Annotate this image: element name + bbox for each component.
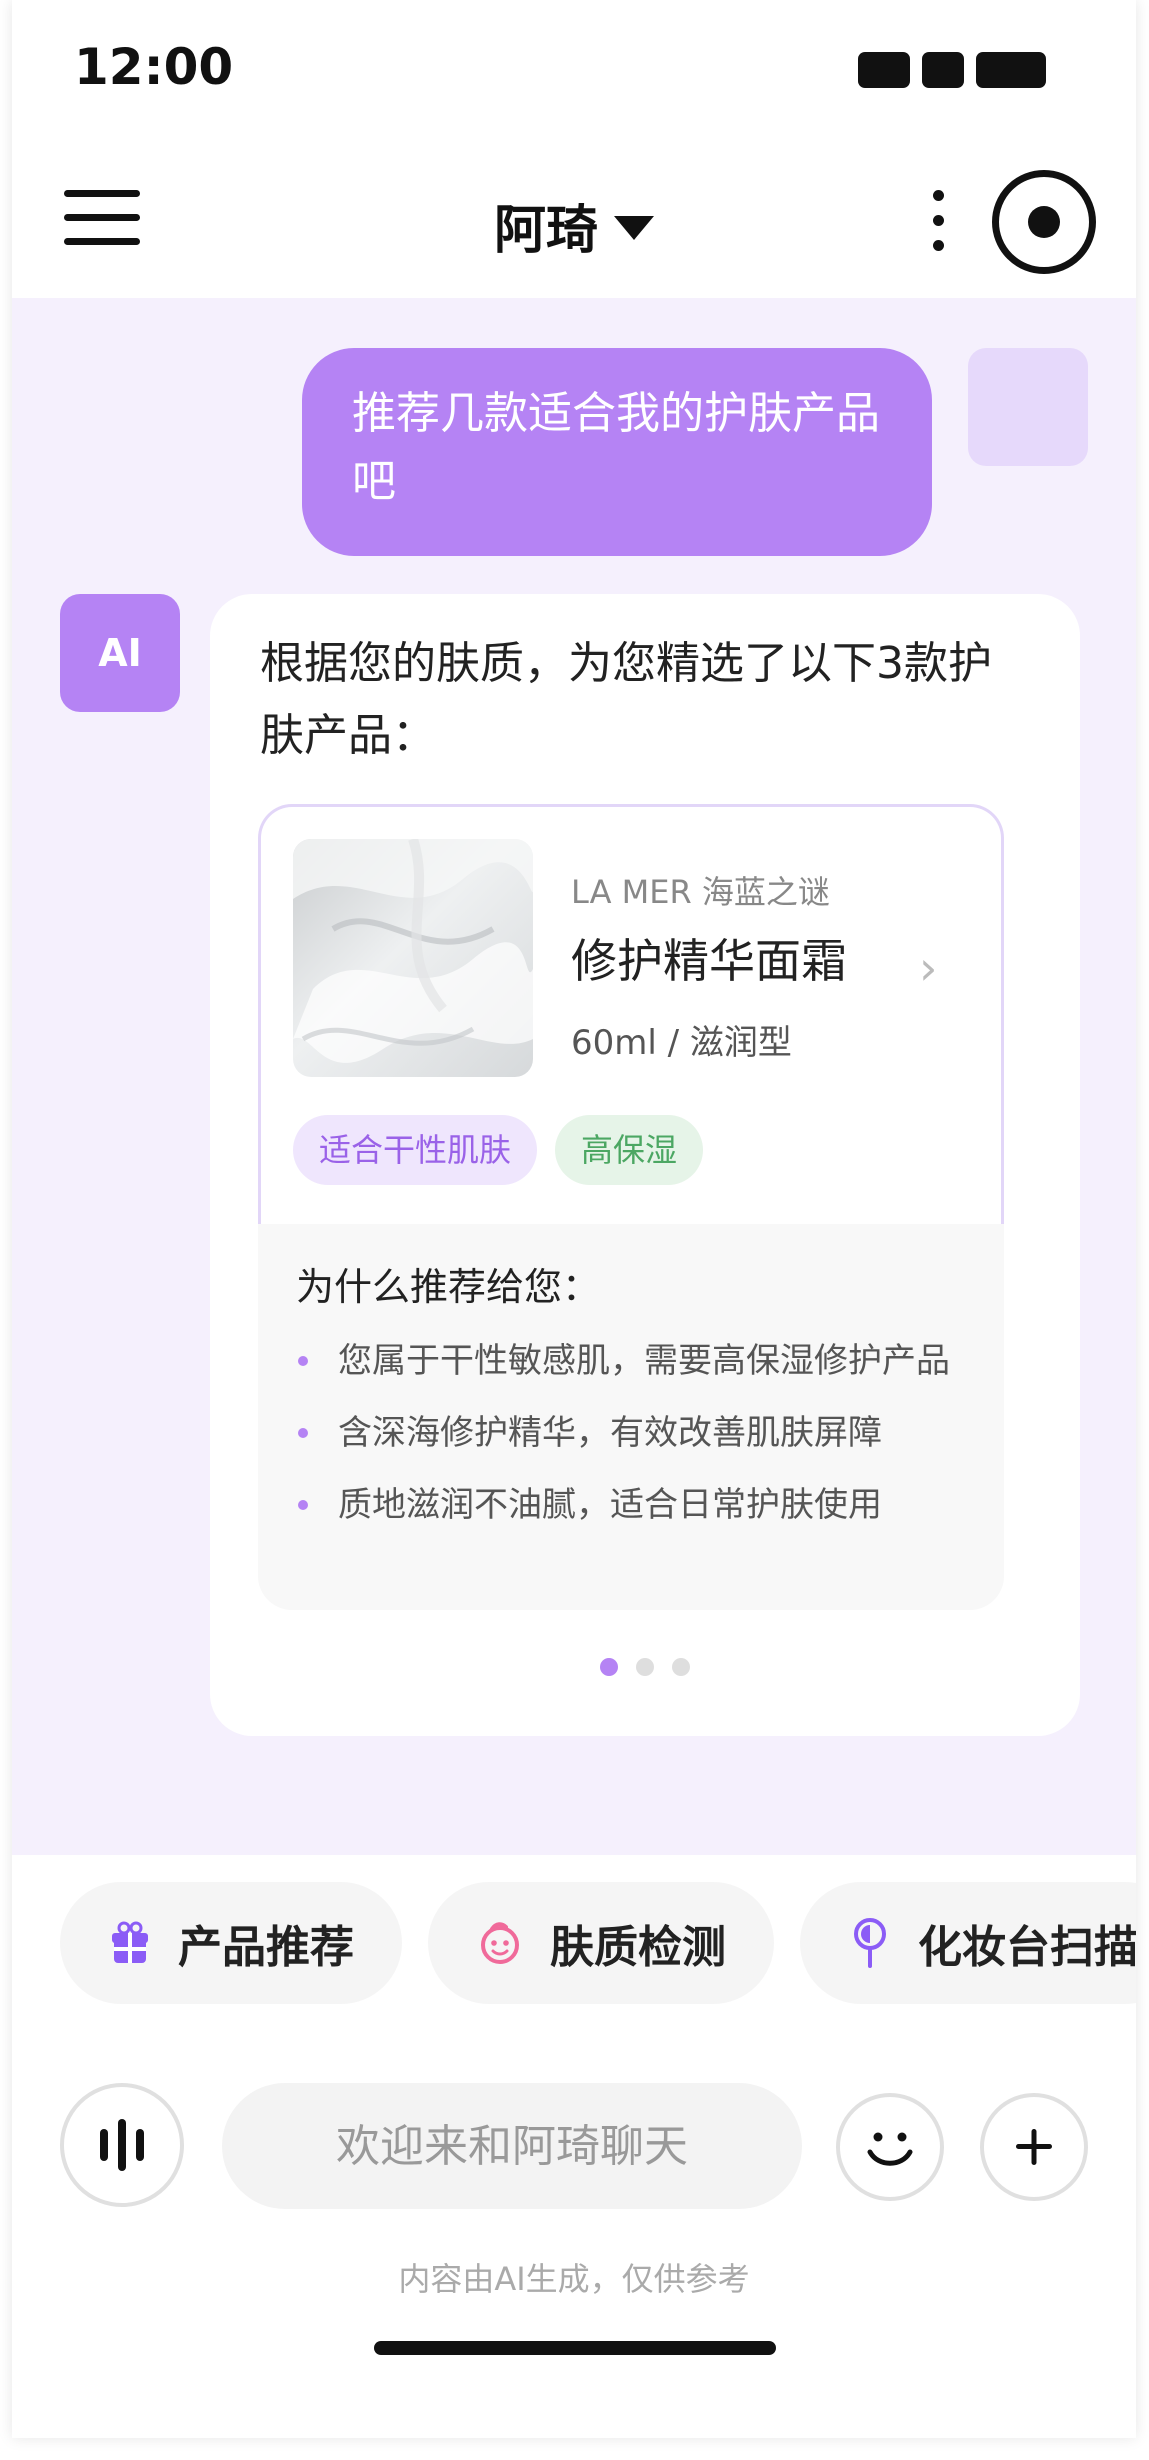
voice-input-button[interactable] — [60, 2083, 184, 2207]
ai-avatar: AI — [60, 594, 180, 712]
recommendation-reasons: 为什么推荐给您： 您属于干性敏感肌，需要高保湿修护产品 含深海修护精华，有效改善… — [258, 1224, 1004, 1610]
quick-actions: 产品推荐 肤质检测 化妆台扫描 — [60, 1882, 1136, 2004]
ai-intro-text: 根据您的肤质，为您精选了以下3款护肤产品： — [260, 638, 992, 761]
more-options-icon[interactable] — [920, 190, 956, 260]
reason-title: 为什么推荐给您： — [296, 1265, 601, 1309]
product-card-header[interactable]: LA MER 海蓝之谜 修护精华面霜 › 60ml / 滋润型 适合干性肌肤 高… — [258, 804, 1004, 1224]
assistant-selector[interactable]: 阿琦 — [12, 188, 1136, 263]
reason-list: 您属于干性敏感肌，需要高保湿修护产品 含深海修护精华，有效改善肌肤屏障 质地滋润… — [296, 1334, 966, 1532]
chat-input[interactable] — [222, 2083, 802, 2209]
app-header: 阿琦 — [12, 158, 1136, 298]
battery-icon — [976, 52, 1046, 88]
page-title: 阿琦 — [493, 201, 598, 261]
skin-test-label: 肤质检测 — [550, 1922, 726, 1973]
vanity-scan-label: 化妆台扫描 — [918, 1922, 1136, 1973]
status-icons — [858, 52, 1046, 88]
ai-message-bubble: 根据您的肤质，为您精选了以下3款护肤产品： LA MER 海蓝之谜 修护精华面霜… — [210, 594, 1080, 1736]
record-icon[interactable] — [992, 170, 1096, 274]
ai-disclaimer: 内容由AI生成，仅供参考 — [398, 2260, 750, 2298]
skin-test-button[interactable]: 肤质检测 — [428, 1882, 774, 2004]
status-time: 12:00 — [74, 38, 234, 96]
emoji-button[interactable] — [836, 2093, 944, 2201]
chat-area[interactable]: 推荐几款适合我的护肤产品吧 AI 根据您的肤质，为您精选了以下3款护肤产品： L… — [12, 298, 1136, 1855]
signal-icon — [858, 52, 910, 88]
product-card: LA MER 海蓝之谜 修护精华面霜 › 60ml / 滋润型 适合干性肌肤 高… — [258, 804, 1004, 1610]
product-recommend-button[interactable]: 产品推荐 — [60, 1882, 402, 2004]
product-spec: 60ml / 滋润型 — [571, 1023, 792, 1063]
carousel-dots — [210, 1658, 1080, 1676]
product-recommend-label: 产品推荐 — [178, 1922, 354, 1973]
user-message-bubble: 推荐几款适合我的护肤产品吧 — [302, 348, 932, 556]
caret-down-icon — [614, 216, 654, 240]
product-image — [293, 839, 533, 1077]
product-name: 修护精华面霜 — [571, 934, 847, 988]
carousel-dot[interactable] — [672, 1658, 690, 1676]
reason-item: 质地滋润不油腻，适合日常护肤使用 — [296, 1478, 966, 1532]
add-button[interactable] — [980, 2093, 1088, 2201]
home-indicator[interactable] — [374, 2341, 776, 2355]
reason-item: 含深海修护精华，有效改善肌肤屏障 — [296, 1406, 966, 1460]
phone-screen: 12:00 阿琦 推荐几款适合我的护肤产品吧 AI 根据您的肤质，为您精选了以下… — [12, 0, 1136, 2438]
plus-icon — [1016, 2129, 1052, 2165]
smiley-icon — [867, 2132, 913, 2166]
tag-moisture: 高保湿 — [555, 1115, 704, 1185]
product-tags: 适合干性肌肤 高保湿 — [293, 1115, 704, 1185]
reason-item: 您属于干性敏感肌，需要高保湿修护产品 — [296, 1334, 966, 1388]
face-icon — [481, 1922, 519, 1964]
product-brand: LA MER 海蓝之谜 — [571, 873, 830, 911]
chevron-right-icon[interactable]: › — [919, 941, 937, 995]
voice-wave-icon — [100, 2119, 144, 2171]
vanity-scan-button[interactable]: 化妆台扫描 — [800, 1882, 1136, 2004]
carousel-dot-active[interactable] — [600, 1658, 618, 1676]
wifi-icon — [922, 52, 964, 88]
location-pin-icon — [854, 1918, 886, 1968]
carousel-dot[interactable] — [636, 1658, 654, 1676]
gift-icon — [112, 1921, 148, 1963]
user-avatar[interactable] — [968, 348, 1088, 466]
tag-skin-type: 适合干性肌肤 — [293, 1115, 538, 1185]
